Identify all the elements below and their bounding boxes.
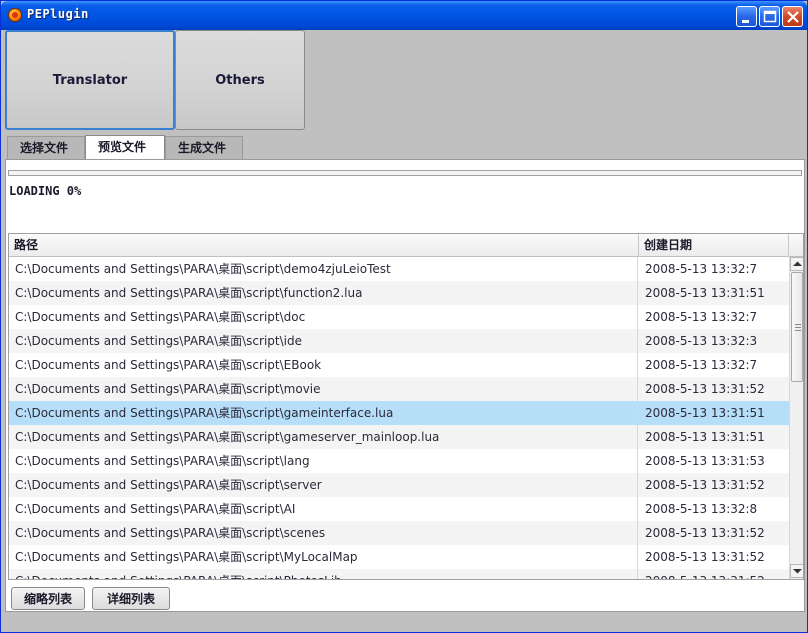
table-row[interactable]: C:\Documents and Settings\PARA\桌面\script… bbox=[9, 569, 789, 579]
app-icon bbox=[8, 8, 22, 22]
date-cell: 2008-5-13 13:31:51 bbox=[645, 430, 765, 444]
date-cell: 2008-5-13 13:32:8 bbox=[645, 502, 758, 516]
loading-status: LOADING 0% bbox=[9, 184, 82, 198]
table-row[interactable]: C:\Documents and Settings\PARA\桌面\script… bbox=[9, 473, 789, 497]
table-row[interactable]: C:\Documents and Settings\PARA\桌面\script… bbox=[9, 377, 789, 401]
path-cell: C:\Documents and Settings\PARA\桌面\script… bbox=[9, 569, 638, 579]
table-header: 路径 创建日期 bbox=[9, 234, 803, 257]
others-button[interactable]: Others bbox=[175, 30, 305, 130]
scroll-down-button[interactable] bbox=[790, 564, 803, 578]
app-window: PEPlugin Translator Others 选择文件 预览文件 生成文… bbox=[0, 0, 808, 633]
tab-bar: 选择文件 预览文件 生成文件 bbox=[5, 135, 805, 160]
bottom-button-bar: 缩略列表 详细列表 bbox=[5, 587, 805, 632]
scroll-up-icon bbox=[792, 261, 802, 266]
date-cell: 2008-5-13 13:32:7 bbox=[645, 262, 758, 276]
tab-select-files[interactable]: 选择文件 bbox=[7, 136, 85, 159]
table-row[interactable]: C:\Documents and Settings\PARA\桌面\script… bbox=[9, 329, 789, 353]
date-cell: 2008-5-13 13:31:52 bbox=[645, 550, 765, 564]
date-cell: 2008-5-13 13:31:53 bbox=[645, 454, 765, 468]
path-cell: C:\Documents and Settings\PARA\桌面\script… bbox=[9, 521, 638, 545]
date-cell: 2008-5-13 13:31:51 bbox=[645, 286, 765, 300]
translator-button[interactable]: Translator bbox=[5, 30, 175, 130]
close-button[interactable] bbox=[782, 6, 803, 27]
scroll-up-button[interactable] bbox=[790, 257, 803, 271]
path-cell: C:\Documents and Settings\PARA\桌面\script… bbox=[9, 497, 638, 521]
table-row[interactable]: C:\Documents and Settings\PARA\桌面\script… bbox=[9, 497, 789, 521]
table-row[interactable]: C:\Documents and Settings\PARA\桌面\script… bbox=[9, 353, 789, 377]
loading-progress-bar bbox=[8, 170, 802, 176]
date-cell: 2008-5-13 13:31:52 bbox=[645, 526, 765, 540]
maximize-icon bbox=[763, 10, 777, 23]
table-body: C:\Documents and Settings\PARA\桌面\script… bbox=[9, 257, 789, 579]
date-cell: 2008-5-13 13:32:3 bbox=[645, 334, 758, 348]
path-cell: C:\Documents and Settings\PARA\桌面\script… bbox=[9, 281, 638, 305]
table-row[interactable]: C:\Documents and Settings\PARA\桌面\script… bbox=[9, 425, 789, 449]
grip-line bbox=[795, 330, 801, 331]
path-cell: C:\Documents and Settings\PARA\桌面\script… bbox=[9, 353, 638, 377]
date-cell: 2008-5-13 13:31:52 bbox=[639, 569, 789, 579]
table-row[interactable]: C:\Documents and Settings\PARA\桌面\script… bbox=[9, 449, 789, 473]
preview-panel: LOADING 0% 路径 创建日期 C:\Documents and Sett… bbox=[5, 159, 805, 612]
table-row[interactable]: C:\Documents and Settings\PARA\桌面\script… bbox=[9, 545, 789, 569]
column-header-date[interactable]: 创建日期 bbox=[639, 234, 789, 257]
top-button-bar: Translator Others bbox=[5, 30, 305, 130]
path-cell: C:\Documents and Settings\PARA\桌面\script… bbox=[9, 257, 638, 281]
path-cell: C:\Documents and Settings\PARA\桌面\script… bbox=[9, 425, 638, 449]
table-row[interactable]: C:\Documents and Settings\PARA\桌面\script… bbox=[9, 257, 789, 281]
minimize-icon bbox=[742, 20, 749, 23]
minimize-button[interactable] bbox=[736, 6, 757, 27]
maximize-button[interactable] bbox=[759, 6, 780, 27]
path-cell: C:\Documents and Settings\PARA\桌面\script… bbox=[9, 545, 638, 569]
table-row[interactable]: C:\Documents and Settings\PARA\桌面\script… bbox=[9, 521, 789, 545]
date-cell: 2008-5-13 13:32:7 bbox=[645, 310, 758, 324]
path-cell: C:\Documents and Settings\PARA\桌面\script… bbox=[9, 329, 638, 353]
date-cell: 2008-5-13 13:32:7 bbox=[645, 358, 758, 372]
close-icon bbox=[787, 11, 799, 23]
window-title: PEPlugin bbox=[27, 7, 89, 21]
date-cell: 2008-5-13 13:31:51 bbox=[645, 406, 765, 420]
path-cell: C:\Documents and Settings\PARA\桌面\script… bbox=[9, 401, 638, 425]
date-cell: 2008-5-13 13:31:52 bbox=[645, 382, 765, 396]
table-row[interactable]: C:\Documents and Settings\PARA\桌面\script… bbox=[9, 305, 789, 329]
grip-line bbox=[795, 327, 801, 328]
detail-list-button[interactable]: 详细列表 bbox=[92, 587, 170, 610]
tab-generate-files[interactable]: 生成文件 bbox=[165, 136, 243, 159]
thumbnail-list-button[interactable]: 缩略列表 bbox=[11, 587, 85, 610]
date-cell: 2008-5-13 13:31:52 bbox=[645, 478, 765, 492]
vertical-scrollbar[interactable] bbox=[789, 257, 803, 579]
grip-line bbox=[795, 324, 801, 325]
table-row[interactable]: C:\Documents and Settings\PARA\桌面\script… bbox=[9, 401, 789, 425]
path-cell: C:\Documents and Settings\PARA\桌面\script… bbox=[9, 449, 638, 473]
scroll-down-icon bbox=[792, 569, 802, 574]
column-header-path[interactable]: 路径 bbox=[9, 234, 639, 257]
path-cell: C:\Documents and Settings\PARA\桌面\script… bbox=[9, 377, 638, 401]
path-cell: C:\Documents and Settings\PARA\桌面\script… bbox=[9, 305, 638, 329]
scroll-thumb[interactable] bbox=[791, 272, 803, 382]
file-table: 路径 创建日期 C:\Documents and Settings\PARA\桌… bbox=[8, 233, 804, 580]
title-bar[interactable]: PEPlugin bbox=[1, 1, 807, 30]
path-cell: C:\Documents and Settings\PARA\桌面\script… bbox=[9, 473, 638, 497]
tab-preview-files[interactable]: 预览文件 bbox=[85, 135, 165, 160]
table-row[interactable]: C:\Documents and Settings\PARA\桌面\script… bbox=[9, 281, 789, 305]
